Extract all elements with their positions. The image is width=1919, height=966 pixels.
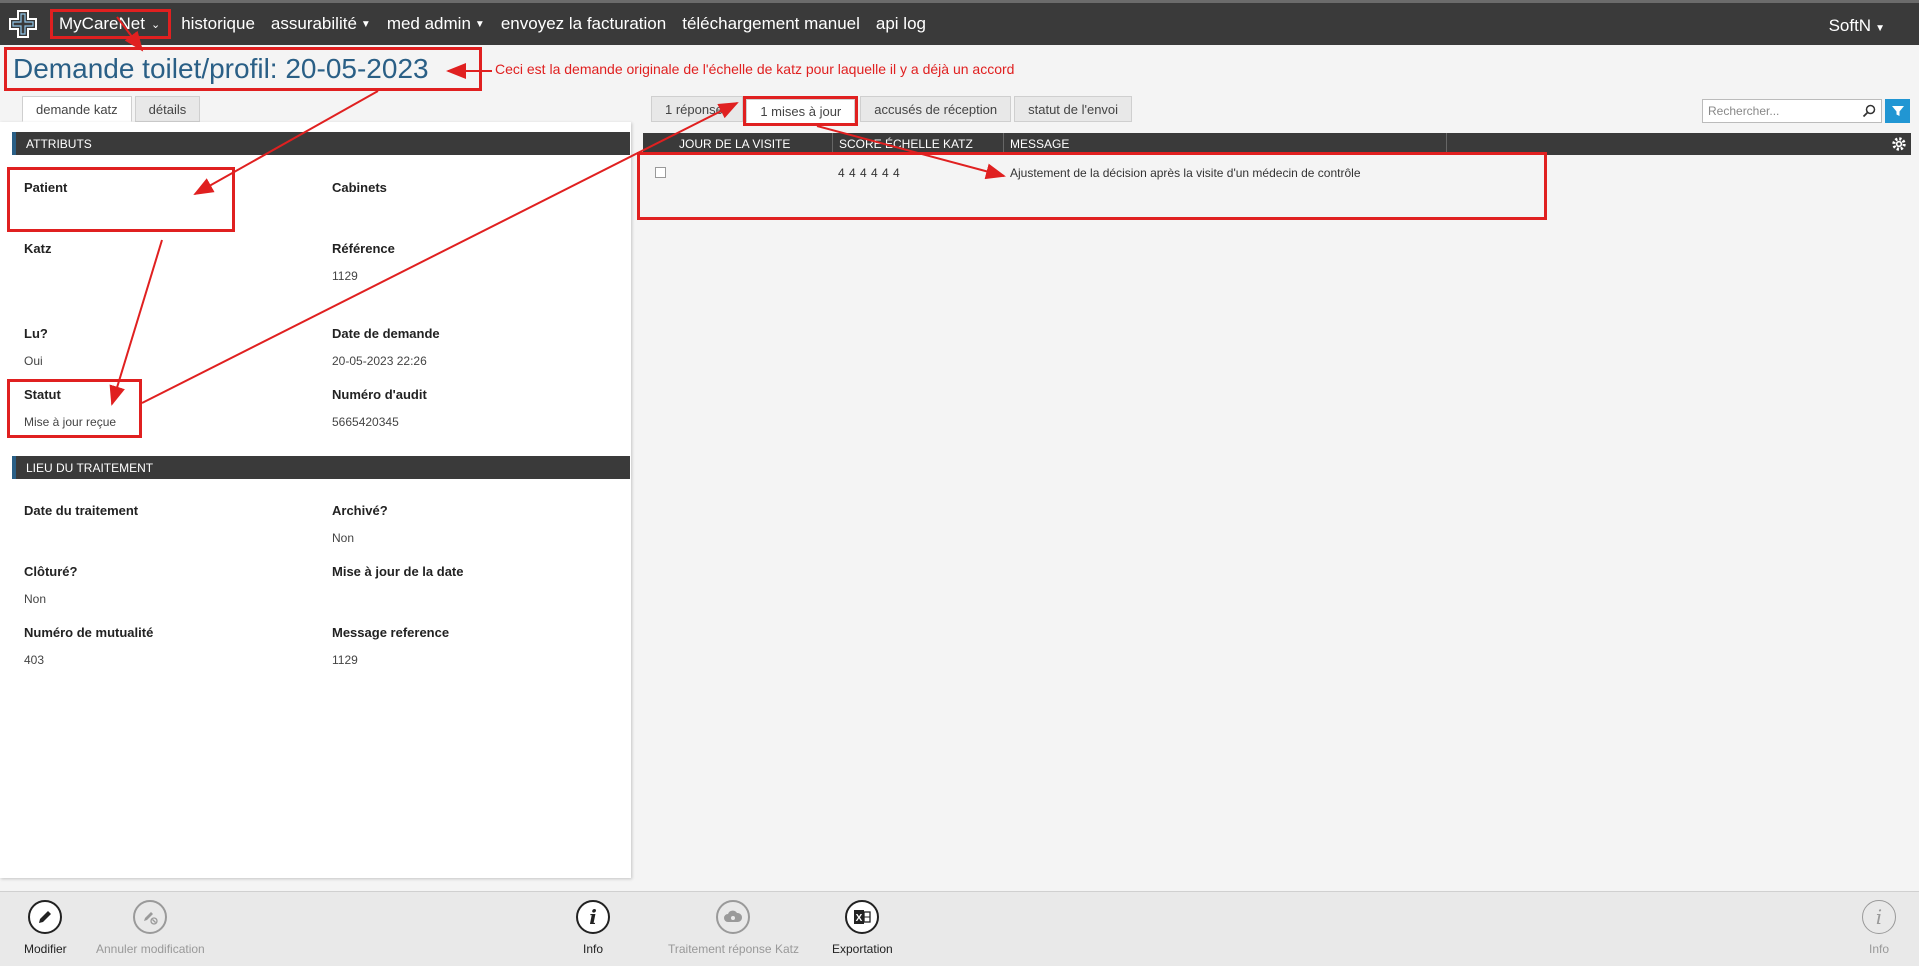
field-label: Cabinets (332, 180, 387, 195)
pencil-cancel-icon (133, 900, 168, 934)
search-icon[interactable] (1862, 104, 1876, 118)
exportation-button[interactable]: X Exportation (832, 900, 893, 956)
field-mise-a-jour-date: Mise à jour de la date (332, 564, 622, 592)
bottom-toolbar: Modifier Annuler modification i Info Tra… (0, 891, 1919, 966)
brand-label: MyCareNet (59, 14, 145, 33)
right-tabs: 1 réponses 1 mises à jour accusés de réc… (651, 96, 1135, 126)
gear-icon[interactable] (1891, 136, 1907, 152)
field-label: Référence (332, 241, 395, 256)
top-navbar: MyCareNet ⌄ historique assurabilité ▼ med… (0, 0, 1919, 45)
annuler-modification-button[interactable]: Annuler modification (96, 900, 205, 956)
traitement-label: Traitement réponse Katz (668, 942, 799, 956)
nav-item-telechargement[interactable]: téléchargement manuel (682, 14, 860, 34)
field-label: Katz (24, 241, 52, 256)
excel-icon: X (845, 900, 880, 934)
nav-label: téléchargement manuel (682, 14, 860, 33)
field-cloture: Clôturé? Non (24, 564, 314, 606)
annotation-box-updates-tab: 1 mises à jour (743, 96, 859, 126)
modifier-label: Modifier (24, 942, 67, 956)
field-label: Message reference (332, 625, 450, 640)
nav-label: envoyez la facturation (500, 14, 667, 33)
main-nav: historique assurabilité ▼ med admin ▼ envo… (181, 14, 942, 34)
tab-details[interactable]: détails (134, 96, 201, 122)
field-date-traitement: Date du traitement (24, 503, 314, 531)
field-value: Non (332, 531, 355, 545)
field-cabinets: Cabinets (332, 180, 622, 208)
info-button[interactable]: i Info (576, 900, 610, 956)
tab-reponses[interactable]: 1 réponses (651, 96, 744, 122)
field-label: Lu? (24, 326, 48, 341)
tab-mises-a-jour[interactable]: 1 mises à jour (746, 99, 856, 123)
field-message-reference: Message reference 1129 (332, 625, 622, 667)
user-name: SoftN (1828, 16, 1872, 35)
user-menu[interactable]: SoftN ▼ (1829, 16, 1885, 36)
title-highlight-box: Demande toilet/profil: 20-05-2023 (4, 47, 482, 91)
field-value: 403 (24, 653, 45, 667)
nav-item-assurabilite[interactable]: assurabilité ▼ (271, 14, 371, 34)
annotation-note: Ceci est la demande originale de l'échel… (495, 61, 1015, 77)
field-katz: Katz (24, 241, 314, 269)
field-label: Numéro d'audit (332, 387, 427, 402)
annotation-box-patient (7, 167, 235, 232)
caret-down-icon: ▼ (360, 18, 371, 30)
chevron-down-icon: ⌄ (150, 18, 161, 31)
nav-item-facturation[interactable]: envoyez la facturation (501, 14, 666, 34)
field-date-demande: Date de demande 20-05-2023 22:26 (332, 326, 622, 368)
field-mutualite: Numéro de mutualité 403 (24, 625, 314, 667)
tab-demande-katz[interactable]: demande katz (22, 96, 132, 122)
svg-text:X: X (856, 913, 863, 924)
info-right-button[interactable]: i Info (1862, 900, 1896, 956)
section-header-treatment: LIEU DU TRAITEMENT (12, 456, 630, 479)
filter-icon (1891, 106, 1904, 116)
page-title: Demande toilet/profil: 20-05-2023 (13, 53, 429, 84)
annuler-label: Annuler modification (96, 942, 205, 956)
field-label: Mise à jour de la date (332, 564, 464, 579)
tab-statut-envoi[interactable]: statut de l'envoi (1014, 96, 1133, 122)
cloud-gear-icon (716, 900, 751, 934)
exportation-label: Exportation (832, 942, 893, 956)
info-label: Info (582, 942, 603, 956)
field-value: Non (24, 592, 47, 606)
field-label: Numéro de mutualité (24, 625, 154, 640)
search-input[interactable] (1702, 99, 1882, 123)
field-reference: Référence 1129 (332, 241, 622, 283)
detail-panel: ATTRIBUTS Patient Cabinets Katz Référenc… (0, 122, 631, 878)
brand-menu[interactable]: MyCareNet ⌄ (50, 9, 172, 39)
info-right-label: Info (1868, 942, 1889, 956)
field-lu: Lu? Oui (24, 326, 314, 368)
modifier-button[interactable]: Modifier (24, 900, 67, 956)
field-value: 20-05-2023 22:26 (332, 354, 427, 368)
field-value: 5665420345 (332, 415, 399, 429)
annotation-box-statut (7, 379, 142, 438)
field-audit: Numéro d'audit 5665420345 (332, 387, 622, 429)
nav-label: assurabilité (270, 14, 357, 33)
tab-accuses-reception[interactable]: accusés de réception (860, 96, 1012, 122)
field-value: 1129 (332, 269, 358, 283)
filter-button[interactable] (1885, 99, 1910, 123)
field-label: Clôturé? (24, 564, 78, 579)
info-icon: i (1862, 900, 1896, 934)
nav-item-historique[interactable]: historique (181, 14, 255, 34)
caret-down-icon: ▼ (1875, 23, 1885, 34)
info-icon: i (576, 900, 610, 934)
field-label: Date de demande (332, 326, 440, 341)
field-label: Date du traitement (24, 503, 139, 518)
nav-item-med-admin[interactable]: med admin ▼ (387, 14, 485, 34)
field-label: Archivé? (332, 503, 388, 518)
pencil-icon (28, 900, 63, 934)
caret-down-icon: ▼ (474, 18, 485, 30)
field-value: 1129 (332, 653, 358, 667)
traitement-reponse-katz-button[interactable]: Traitement réponse Katz (668, 900, 799, 956)
section-header-attributes: ATTRIBUTS (12, 132, 630, 155)
field-value: Oui (24, 354, 43, 368)
nav-label: historique (181, 14, 255, 33)
field-archive: Archivé? Non (332, 503, 622, 545)
annotation-box-grid-row (637, 152, 1547, 220)
nav-label: med admin (386, 14, 471, 33)
nav-label: api log (875, 14, 926, 33)
mycarenet-logo-icon[interactable] (0, 3, 46, 45)
nav-item-api-log[interactable]: api log (876, 14, 926, 34)
left-tabs: demande katz détails (22, 96, 203, 122)
